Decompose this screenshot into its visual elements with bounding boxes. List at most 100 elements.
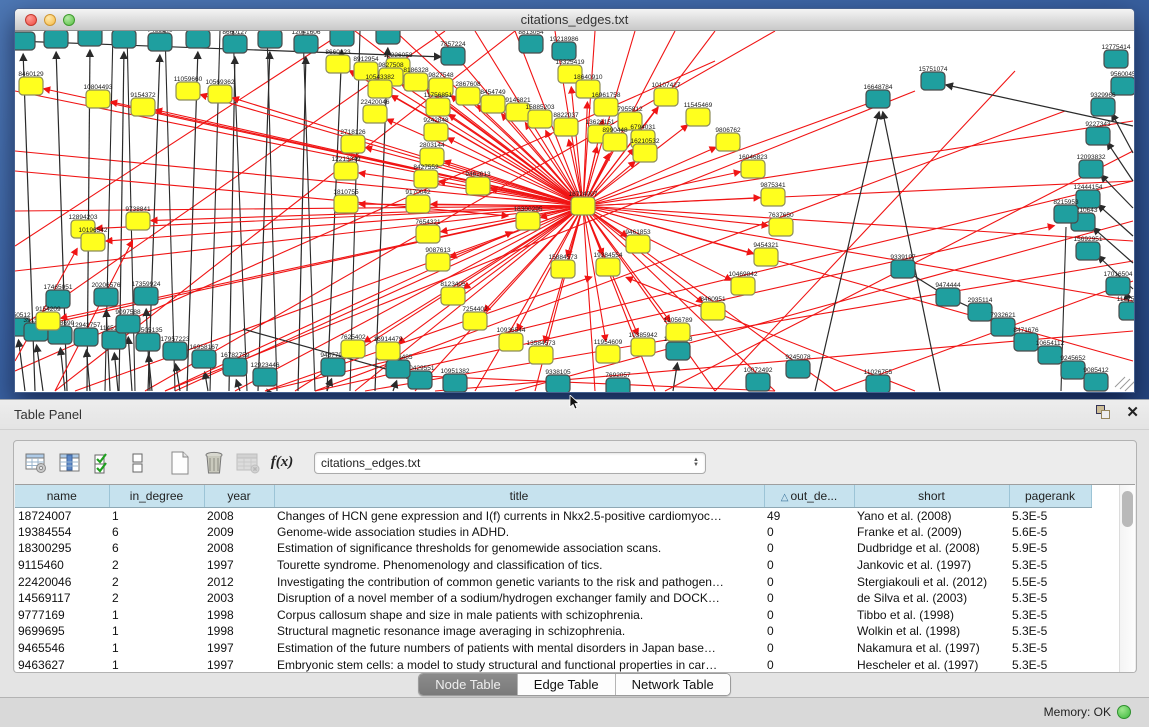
graph-node[interactable]: 9170042 xyxy=(405,189,431,213)
table-row[interactable]: 946362711997Embryonic stem cells: a mode… xyxy=(15,656,1091,673)
scrollbar-thumb[interactable] xyxy=(1122,491,1133,527)
graph-node[interactable]: 10936544 xyxy=(497,327,526,351)
citation-network-graph[interactable]: 2069512297923411055323715276472746614010… xyxy=(15,31,1134,393)
graph-node[interactable]: 9461853 xyxy=(625,229,651,253)
table-row[interactable]: 969969511998Structural magnetic resonanc… xyxy=(15,623,1091,640)
tab-edge-table[interactable]: Edge Table xyxy=(518,674,616,695)
graph-node[interactable]: 12775414 xyxy=(1102,44,1131,68)
function-builder-button[interactable]: f(x) xyxy=(268,449,296,477)
graph-node[interactable]: 2803144 xyxy=(419,142,445,166)
table-selector-dropdown[interactable]: citations_edges.txt ▲▼ xyxy=(314,452,706,474)
table-row[interactable]: 977716911998Corpus callosum shape and si… xyxy=(15,607,1091,624)
graph-node[interactable]: 10951382 xyxy=(441,368,470,392)
table-vertical-scrollbar[interactable] xyxy=(1119,485,1135,673)
graph-node[interactable]: 7466140 xyxy=(147,31,173,51)
graph-node[interactable]: 8471676 xyxy=(1013,327,1039,351)
graph-node[interactable]: 7637650 xyxy=(768,212,794,236)
network-window-titlebar[interactable]: citations_edges.txt xyxy=(15,9,1134,31)
graph-node[interactable]: 15884573 xyxy=(549,254,578,278)
delete-table-button[interactable] xyxy=(234,449,262,477)
graph-node[interactable]: 16033809 xyxy=(374,31,403,44)
tab-node-table[interactable]: Node Table xyxy=(419,674,518,695)
graph-node[interactable]: 10072492 xyxy=(744,367,773,391)
graph-node[interactable]: 9087613 xyxy=(425,247,451,271)
graph-node[interactable]: 16914479 xyxy=(374,336,403,360)
graph-node[interactable]: 10359581 xyxy=(328,31,357,46)
graph-node[interactable]: 7857224 xyxy=(440,41,466,65)
graph-node[interactable]: 16210532 xyxy=(631,138,660,162)
show-columns-button[interactable] xyxy=(56,449,84,477)
graph-node[interactable]: 10553237 xyxy=(76,31,105,46)
graph-node[interactable]: 10469842 xyxy=(729,271,758,295)
graph-node[interactable]: 22420046 xyxy=(361,99,390,123)
graph-node[interactable]: 9154209 xyxy=(35,306,61,330)
graph-node[interactable]: 11059660 xyxy=(174,76,203,100)
graph-node[interactable]: 10385942 xyxy=(629,332,658,356)
graph-node[interactable]: 17465051 xyxy=(44,284,73,308)
graph-node[interactable]: 10569362 xyxy=(206,79,235,103)
graph-node[interactable]: 9339197 xyxy=(890,254,916,278)
graph-node[interactable]: 7625402 xyxy=(340,334,366,358)
select-columns-button[interactable] xyxy=(90,449,118,477)
graph-node[interactable]: 9338105 xyxy=(545,369,571,393)
graph-node[interactable]: 9329966 xyxy=(1090,92,1116,116)
graph-node[interactable]: 17359924 xyxy=(132,281,161,305)
column-header-pagerank[interactable]: pagerank xyxy=(1009,485,1091,507)
graph-node[interactable]: 12056789 xyxy=(664,317,693,341)
graph-node[interactable]: 19218986 xyxy=(550,36,579,60)
graph-node[interactable]: 10107427 xyxy=(652,82,681,106)
row-height-button[interactable] xyxy=(124,449,152,477)
graph-node[interactable]: 12041606 xyxy=(292,31,321,53)
graph-node[interactable]: 10804493 xyxy=(84,84,113,108)
float-panel-icon[interactable] xyxy=(1096,405,1112,421)
graph-node[interactable]: 8660123 xyxy=(325,49,351,73)
graph-node[interactable]: 20206576 xyxy=(92,282,121,306)
graph-node[interactable]: 9245652 xyxy=(1060,355,1086,379)
table-row[interactable]: 911546021997Tourette syndrome. Phenomeno… xyxy=(15,557,1091,574)
graph-node[interactable]: 10543382 xyxy=(366,74,395,98)
graph-node[interactable]: 9245078 xyxy=(785,354,811,378)
graph-node[interactable]: 11026755 xyxy=(864,369,893,393)
graph-node[interactable]: 16782759 xyxy=(221,352,250,376)
graph-node[interactable]: 15751074 xyxy=(919,66,948,90)
graph-node[interactable]: 12923446 xyxy=(251,362,280,386)
graph-node[interactable]: 1810755 xyxy=(333,189,359,213)
delete-column-button[interactable] xyxy=(200,449,228,477)
new-column-button[interactable] xyxy=(166,449,194,477)
graph-node[interactable]: 8822037 xyxy=(553,112,579,136)
graph-node[interactable]: 9454321 xyxy=(753,242,779,266)
graph-node[interactable]: 8186328 xyxy=(403,67,429,91)
table-row[interactable]: 1830029562008Estimation of significance … xyxy=(15,540,1091,557)
graph-node[interactable]: 10194513 xyxy=(184,31,213,48)
graph-node[interactable]: 17957223 xyxy=(161,336,190,360)
network-canvas[interactable]: 2069512297923411055323715276472746614010… xyxy=(15,31,1134,393)
graph-node[interactable]: 7654321 xyxy=(415,219,441,243)
graph-node[interactable]: 2935114 xyxy=(968,297,993,321)
graph-node[interactable]: 8427552 xyxy=(413,164,439,188)
graph-node[interactable]: 11954609 xyxy=(594,339,623,363)
graph-node[interactable]: 8123405 xyxy=(440,281,466,305)
graph-node[interactable]: 9806548 xyxy=(257,31,283,48)
table-row[interactable]: 2242004622012Investigating the contribut… xyxy=(15,573,1091,590)
graph-node[interactable]: 15276472 xyxy=(110,31,139,48)
graph-node[interactable]: 9806762 xyxy=(715,127,741,151)
table-mode-button[interactable] xyxy=(22,449,50,477)
graph-node[interactable]: 8454749 xyxy=(480,89,506,113)
column-header-year[interactable]: year xyxy=(204,485,274,507)
graph-node[interactable]: 2867608 xyxy=(455,81,481,105)
graph-node[interactable]: 9242848 xyxy=(423,117,449,141)
graph-node[interactable]: 15885203 xyxy=(526,104,555,128)
graph-node[interactable]: 8660127 xyxy=(222,31,248,53)
graph-node[interactable]: 8460129 xyxy=(18,71,44,95)
graph-node[interactable]: 9154372 xyxy=(130,92,156,116)
graph-node[interactable]: 13584573 xyxy=(527,340,556,364)
graph-node[interactable]: 7932621 xyxy=(990,312,1016,336)
table-row[interactable]: 1456911722003Disruption of a novel membe… xyxy=(15,590,1091,607)
memory-status-icon[interactable] xyxy=(1117,705,1131,719)
graph-node[interactable]: 9085412 xyxy=(1083,367,1109,391)
graph-node[interactable]: 8990448 xyxy=(602,127,628,151)
column-header-title[interactable]: title xyxy=(274,485,764,507)
graph-node[interactable]: 12942757 xyxy=(72,322,101,346)
graph-node[interactable]: 9738841 xyxy=(125,206,151,230)
graph-node[interactable]: 2718126 xyxy=(340,129,366,153)
